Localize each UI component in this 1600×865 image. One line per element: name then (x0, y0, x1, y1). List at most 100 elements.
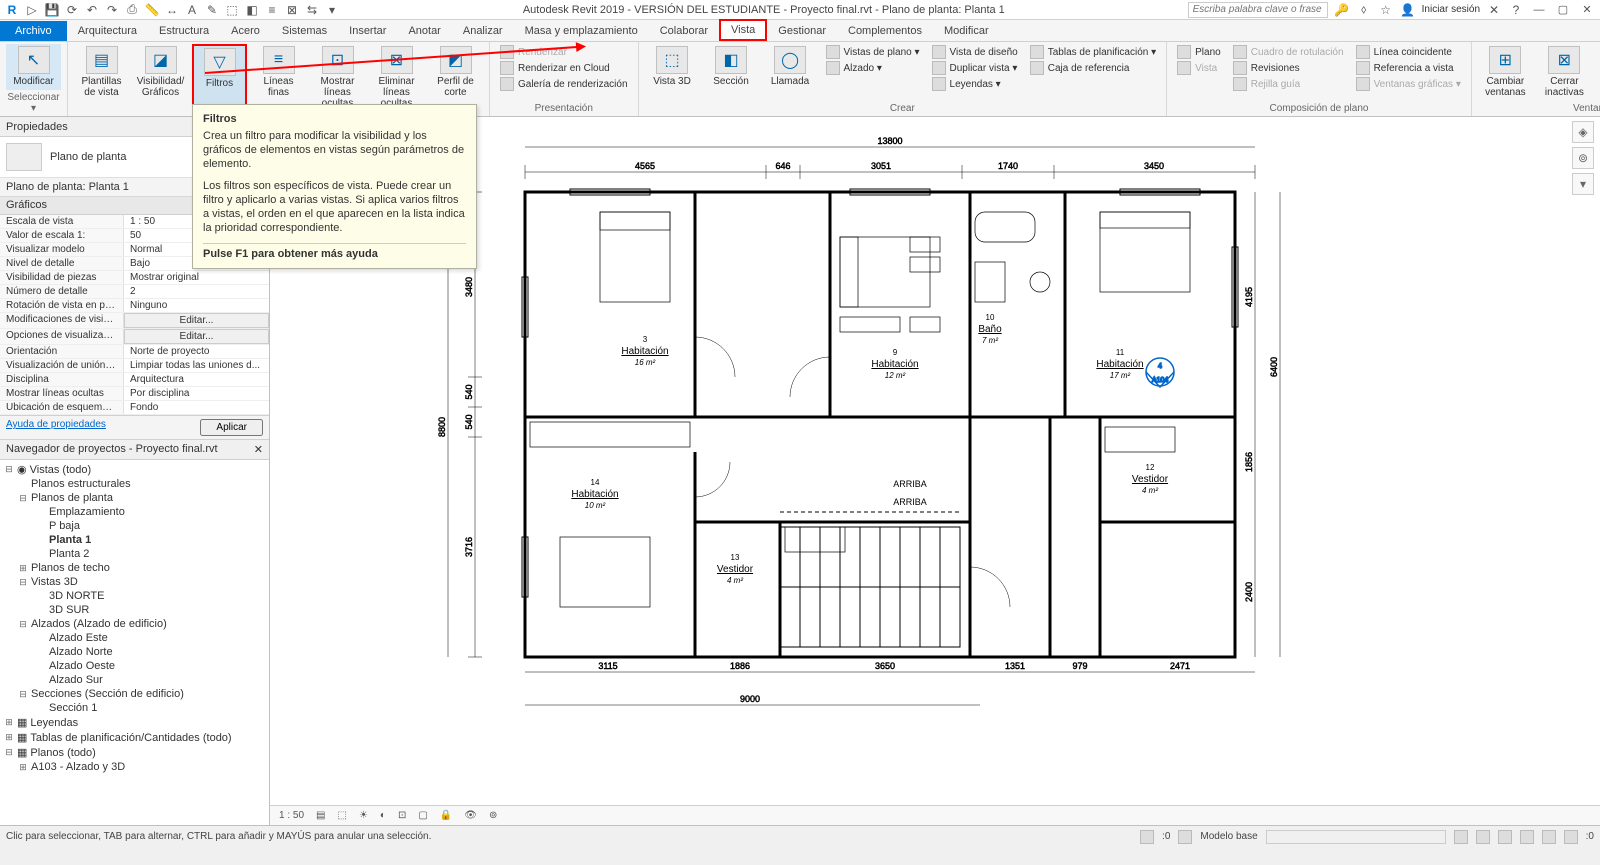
referencia-vista-button[interactable]: Referencia a vista (1352, 60, 1465, 76)
expand-icon[interactable]: ⊟ (18, 493, 28, 504)
expand-icon[interactable]: ⊞ (18, 762, 28, 773)
tablas-button[interactable]: Tablas de planificación ▾ (1026, 44, 1160, 60)
minimize-button[interactable]: — (1530, 2, 1548, 18)
lock-icon[interactable]: 🔒 (437, 810, 455, 821)
linea-coincidente-button[interactable]: Línea coincidente (1352, 44, 1465, 60)
tree-item[interactable]: ⊞▦Tablas de planificación/Cantidades (to… (0, 730, 269, 745)
tree-item[interactable]: ⊟Vistas 3D (0, 575, 269, 589)
sync-icon[interactable]: ⟳ (64, 2, 80, 18)
user-icon[interactable]: 👤 (1400, 2, 1416, 18)
caja-ref-button[interactable]: Caja de referencia (1026, 60, 1160, 76)
worksets-icon[interactable] (1140, 830, 1154, 844)
expand-icon[interactable]: ⊞ (4, 717, 14, 728)
tree-item[interactable]: Alzado Oeste (0, 659, 269, 673)
tree-item[interactable]: ⊞▦Leyendas (0, 715, 269, 730)
ribbon-group-label-select[interactable]: Seleccionar ▾ (6, 90, 61, 114)
cambiar-ventanas-button[interactable]: ⊞ Cambiar ventanas (1478, 44, 1533, 101)
property-value[interactable]: Editar... (124, 329, 269, 344)
tab-colab[interactable]: Colaborar (649, 21, 719, 41)
detail-level-icon[interactable]: ▤ (313, 810, 328, 821)
subscription-icon[interactable]: ⬨ (1356, 2, 1372, 18)
shadow-icon[interactable]: ◐ (377, 810, 389, 821)
property-value[interactable]: Limpiar todas las uniones d... (124, 359, 269, 372)
maximize-button[interactable]: ▢ (1554, 2, 1572, 18)
tree-item[interactable]: Alzado Sur (0, 673, 269, 687)
expand-icon[interactable]: ⊟ (4, 464, 14, 475)
model-base-label[interactable]: Modelo base (1200, 831, 1257, 842)
modificar-button[interactable]: ↖ Modificar (6, 44, 61, 90)
tab-mod[interactable]: Modificar (933, 21, 1000, 41)
expand-icon[interactable]: ⊟ (18, 689, 28, 700)
tree-item[interactable]: 3D NORTE (0, 589, 269, 603)
tab-gest[interactable]: Gestionar (767, 21, 837, 41)
close-hidden-icon[interactable]: ⊠ (284, 2, 300, 18)
cerrar-inactivas-button[interactable]: ⊠ Cerrar inactivas (1537, 44, 1592, 101)
3d-icon[interactable]: ⬚ (224, 2, 240, 18)
expand-icon[interactable]: ⊟ (4, 747, 14, 758)
tab-anot[interactable]: Anotar (397, 21, 451, 41)
tree-item[interactable]: ⊟◉Vistas (todo) (0, 462, 269, 477)
property-help-link[interactable]: Ayuda de propiedades (6, 419, 106, 436)
tree-item[interactable]: Planta 2 (0, 547, 269, 561)
filter-status-icon[interactable] (1564, 830, 1578, 844)
property-value[interactable]: Arquitectura (124, 373, 269, 386)
property-row[interactable]: DisciplinaArquitectura (0, 373, 269, 387)
alzado-button[interactable]: Alzado ▾ (822, 60, 924, 76)
tab-ins[interactable]: Insertar (338, 21, 397, 41)
design-option-dropdown[interactable] (1266, 830, 1446, 844)
property-value[interactable]: 2 (124, 285, 269, 298)
tree-item[interactable]: Planos estructurales (0, 477, 269, 491)
tree-item[interactable]: ⊞A103 - Alzado y 3D (0, 760, 269, 774)
property-row[interactable]: Opciones de visualización ...Editar... (0, 329, 269, 345)
property-row[interactable]: Visualización de unión de ...Limpiar tod… (0, 359, 269, 373)
reveal-icon[interactable]: ⊚ (486, 810, 500, 821)
exchange-icon[interactable]: ✕ (1486, 2, 1502, 18)
leyendas-button[interactable]: Leyendas ▾ (928, 76, 1022, 92)
tag-icon[interactable]: ✎ (204, 2, 220, 18)
tab-anal[interactable]: Analizar (452, 21, 514, 41)
print-icon[interactable]: ⎙ (124, 2, 140, 18)
close-button[interactable]: ✕ (1578, 2, 1596, 18)
select-pinned-icon[interactable] (1498, 830, 1512, 844)
tab-comp[interactable]: Complementos (837, 21, 933, 41)
help-icon[interactable]: ? (1508, 2, 1524, 18)
tree-item[interactable]: Emplazamiento (0, 505, 269, 519)
property-row[interactable]: Modificaciones de visibili...Editar... (0, 313, 269, 329)
tab-sist[interactable]: Sistemas (271, 21, 338, 41)
tab-vista[interactable]: Vista (719, 19, 767, 41)
thin-lines-icon[interactable]: ≡ (264, 2, 280, 18)
expand-icon[interactable]: ⊞ (18, 563, 28, 574)
close-icon[interactable]: ✕ (254, 443, 263, 456)
duplicar-button[interactable]: Duplicar vista ▾ (928, 60, 1022, 76)
favorite-icon[interactable]: ☆ (1378, 2, 1394, 18)
tab-masa[interactable]: Masa y emplazamiento (514, 21, 649, 41)
seccion-button[interactable]: ◧ Sección (704, 44, 759, 101)
property-value[interactable]: Por disciplina (124, 387, 269, 400)
scale-label[interactable]: 1 : 50 (276, 810, 307, 821)
visual-style-icon[interactable]: ⬚ (334, 810, 349, 821)
property-value[interactable]: Ninguno (124, 299, 269, 312)
plantillas-button[interactable]: ▤ Plantillas de vista (74, 44, 129, 111)
measure-icon[interactable]: 📏 (144, 2, 160, 18)
tree-item[interactable]: ⊟Secciones (Sección de edificio) (0, 687, 269, 701)
switch-icon[interactable]: ⇆ (304, 2, 320, 18)
select-face-icon[interactable] (1520, 830, 1534, 844)
sun-path-icon[interactable]: ☀ (356, 810, 371, 821)
property-row[interactable]: Rotación de vista en planoNinguno (0, 299, 269, 313)
tree-item[interactable]: Alzado Norte (0, 645, 269, 659)
property-row[interactable]: Número de detalle2 (0, 285, 269, 299)
lineas-finas-button[interactable]: ≡ Líneas finas (251, 44, 306, 111)
tree-item[interactable]: ⊟Planos de planta (0, 491, 269, 505)
property-row[interactable]: OrientaciónNorte de proyecto (0, 345, 269, 359)
property-value[interactable]: Fondo (124, 401, 269, 414)
section-icon[interactable]: ◧ (244, 2, 260, 18)
text-icon[interactable]: A (184, 2, 200, 18)
tree-item[interactable]: P baja (0, 519, 269, 533)
plano-button[interactable]: Plano (1173, 44, 1225, 60)
login-label[interactable]: Iniciar sesión (1422, 4, 1480, 15)
expand-icon[interactable]: ⊟ (18, 619, 28, 630)
expand-icon[interactable]: ⊟ (18, 577, 28, 588)
vista-diseno-button[interactable]: Vista de diseño (928, 44, 1022, 60)
drag-icon[interactable] (1542, 830, 1556, 844)
vista3d-button[interactable]: ⬚ Vista 3D (645, 44, 700, 101)
